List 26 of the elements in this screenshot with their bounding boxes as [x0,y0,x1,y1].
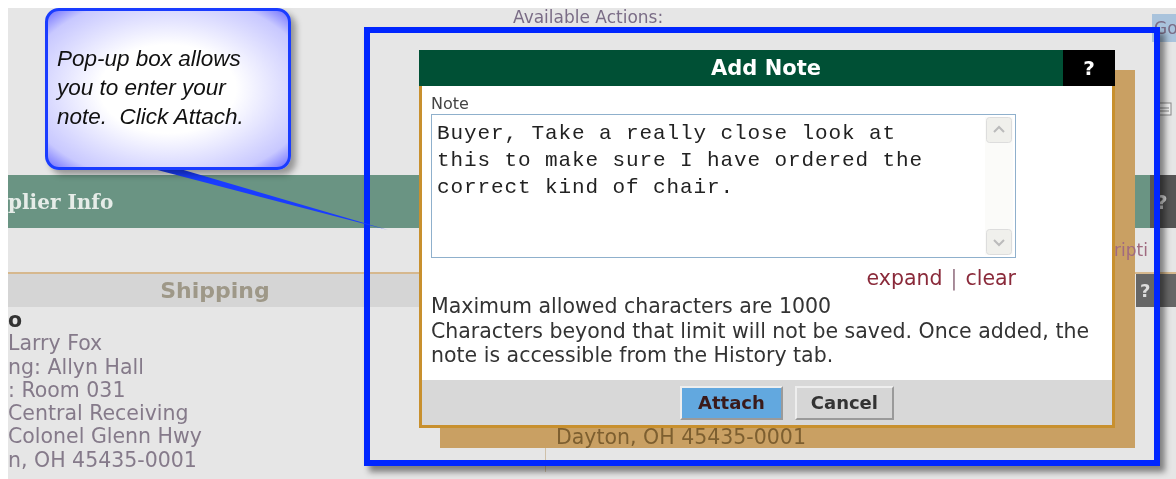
link-separator: | [950,266,958,290]
scroll-up-icon[interactable] [986,117,1012,143]
section-title: plier Info [8,189,114,214]
actions-heading: Available Actions: [513,8,664,27]
scrollbar[interactable] [985,117,1013,255]
address-line: : Room 031 [8,378,126,403]
note-field[interactable]: Buyer, Take a really close look at this to make sure I have ordered the correct kind of chair. [431,114,1016,258]
address-line: Dayton, OH 45435-0001 [556,426,806,449]
text-link[interactable]: expand [866,266,943,290]
address-line: o [8,309,23,333]
cancel-button[interactable]: Cancel [794,385,894,420]
address-line: ng: Allyn Hall [8,355,144,379]
address-line: Larry Fox [8,332,103,356]
address-line: n, OH 45435-0001 [8,448,197,473]
address-line: Central Receiving [8,402,189,426]
help-button[interactable]: ? [1063,50,1115,86]
info-text: Characters beyond that limit will not be saved. Once added, the note is accessible from the History tab. [431,318,1091,368]
field-label: Note [431,94,470,114]
scroll-down-icon[interactable] [986,229,1012,255]
attach-button[interactable]: Attach [680,385,783,420]
dialog-title: Add Note [710,56,822,80]
callout-text: Pop-up box allows you to enter your note. Click Attach. [57,45,245,131]
text-link[interactable]: clear [965,266,1016,290]
address-line: Colonel Glenn Hwy [8,425,202,449]
info-text: Maximum allowed characters are 1000 [431,294,833,319]
shipping-title: Shipping [160,278,270,303]
